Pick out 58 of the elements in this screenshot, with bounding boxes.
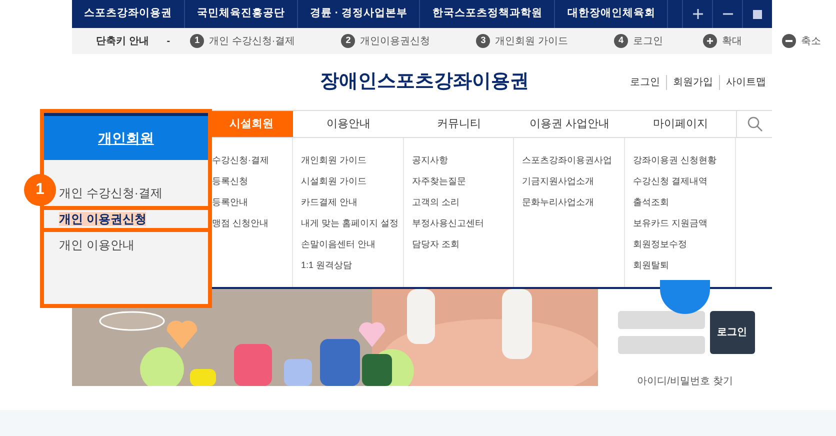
header-link[interactable]: 회원가입 bbox=[666, 74, 719, 90]
menu-link[interactable]: 출석조회 bbox=[633, 196, 669, 208]
nav-tab[interactable]: 이용안내 bbox=[293, 111, 404, 137]
menu-link[interactable]: 부정사용신고센터 bbox=[412, 217, 484, 229]
shortcut-key: 1 bbox=[190, 34, 204, 48]
shortcut-link[interactable]: 축소 bbox=[782, 34, 822, 48]
shortcut-link[interactable]: 4 로그인 bbox=[614, 34, 664, 48]
panel-menu-item[interactable]: 개인 이용권신청 bbox=[40, 206, 212, 232]
zoom-in-icon bbox=[703, 34, 718, 48]
search-icon bbox=[746, 116, 762, 132]
menu-link[interactable]: 개인회원 가이드 bbox=[301, 154, 367, 166]
shortcut-link[interactable]: 확대 bbox=[703, 34, 742, 48]
menu-link[interactable]: 회원정보수정 bbox=[633, 238, 687, 250]
plus-icon bbox=[692, 8, 704, 20]
login-button[interactable]: 로그인 bbox=[710, 311, 754, 354]
square-icon bbox=[753, 10, 762, 18]
zoom-out-icon bbox=[782, 34, 796, 48]
menu-link[interactable]: 문화누리사업소개 bbox=[522, 196, 594, 208]
menu-link[interactable]: 수강신청 결제내역 bbox=[633, 175, 708, 187]
nav-tab[interactable]: 이용권 사업안내 bbox=[514, 111, 625, 137]
password-field[interactable] bbox=[618, 336, 704, 354]
shortcut-key: 4 bbox=[614, 34, 628, 48]
menu-link[interactable]: 강좌이용권 신청현황 bbox=[633, 154, 717, 166]
menu-link[interactable]: 담당자 조회 bbox=[412, 238, 460, 250]
nav-tab[interactable]: 마이페이지 bbox=[625, 111, 736, 137]
menu-link[interactable]: 등록신청 bbox=[212, 175, 248, 187]
panel-title[interactable]: 개인회원 bbox=[98, 128, 154, 148]
menu-link[interactable]: 공지사항 bbox=[412, 154, 448, 166]
nav-tab[interactable]: 커뮤니티 bbox=[404, 111, 514, 137]
menu-link[interactable]: 맹점 신청안내 bbox=[212, 217, 269, 229]
site-logo[interactable]: 장애인스포츠강좌이용권 bbox=[320, 68, 529, 96]
header-link[interactable]: 로그인 bbox=[624, 74, 666, 90]
menu-link[interactable]: 수강신청·결제 bbox=[212, 154, 269, 166]
shortcut-link[interactable]: 2 개인이용권신청 bbox=[341, 34, 430, 48]
separator-dash: - bbox=[166, 34, 170, 48]
menu-link[interactable]: 기금지원사업소개 bbox=[522, 175, 594, 187]
shortcut-title: 단축키 안내 bbox=[96, 34, 149, 48]
menu-link[interactable]: 등록안내 bbox=[212, 196, 248, 208]
shortcut-key: 3 bbox=[476, 34, 490, 48]
header-link[interactable]: 사이트맵 bbox=[719, 74, 772, 90]
menu-link[interactable]: 카드결제 안내 bbox=[301, 196, 358, 208]
menu-link[interactable]: 손말이음센터 안내 bbox=[301, 238, 376, 250]
shortcut-key: 2 bbox=[341, 34, 356, 48]
menu-link[interactable]: 보유카드 지원금액 bbox=[633, 217, 708, 229]
step-badge: 1 bbox=[24, 174, 56, 206]
menu-link[interactable]: 고객의 소리 bbox=[412, 196, 460, 208]
menu-link[interactable]: 회원탈퇴 bbox=[633, 259, 669, 271]
menu-link[interactable]: 1:1 원격상담 bbox=[301, 259, 352, 271]
shortcut-link[interactable]: 3 개인회원 가이드 bbox=[476, 34, 568, 48]
panel-menu-item[interactable]: 개인 이용안내 bbox=[58, 232, 208, 258]
id-field[interactable] bbox=[618, 311, 704, 329]
menu-link[interactable]: 내게 맞는 홈페이지 설정 bbox=[301, 217, 399, 229]
menu-link[interactable]: 자주찾는질문 bbox=[412, 175, 466, 187]
panel-menu-item[interactable]: 개인 수강신청·결제 bbox=[58, 180, 208, 206]
menu-link[interactable]: 스포츠강좌이용권사업 bbox=[522, 154, 612, 166]
shortcut-link[interactable]: 1 개인 수강신청·결제 bbox=[190, 34, 296, 48]
find-account-link[interactable]: 아이디/비밀번호 찾기 bbox=[637, 374, 733, 389]
menu-link[interactable]: 시설회원 가이드 bbox=[301, 175, 367, 187]
